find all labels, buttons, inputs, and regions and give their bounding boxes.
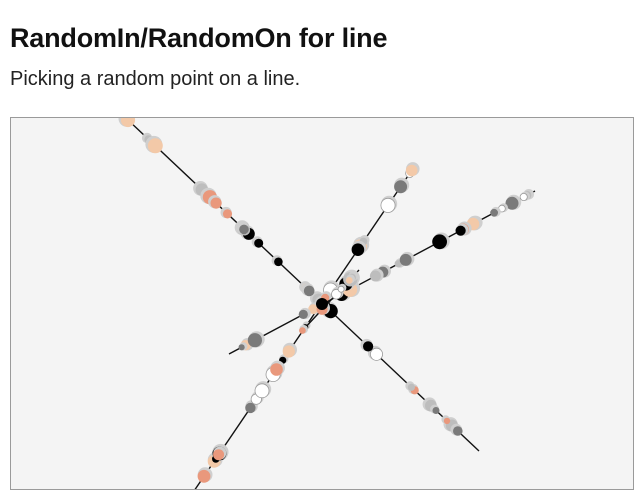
random-point [299,327,306,334]
random-point [210,197,222,209]
random-point [345,277,353,284]
random-point [399,253,412,266]
demo-canvas[interactable] [10,117,634,490]
random-point [298,309,308,319]
random-point [432,407,440,414]
random-point [316,298,328,310]
page-subtitle: Picking a random point on a line. [10,68,301,90]
canvas-drawing [118,118,536,489]
random-point [222,209,233,219]
random-point [405,164,418,177]
random-point [337,285,345,293]
random-point [380,197,396,213]
random-point [270,363,283,376]
random-point [394,180,408,194]
random-point [519,193,528,202]
random-point [369,347,383,361]
random-point [254,238,264,248]
random-point [363,341,374,352]
random-point [254,383,270,399]
random-point [147,138,163,154]
random-point [274,257,283,267]
random-point [490,208,498,217]
random-point [432,234,447,250]
page-title: RandomIn/RandomOn for line [10,23,388,53]
random-point [238,344,245,351]
random-point [303,285,315,297]
random-point [455,225,466,236]
random-point [197,469,211,483]
random-point [453,426,463,436]
random-point [369,270,381,282]
random-point [351,243,365,256]
random-point [443,417,451,425]
random-point [282,345,295,358]
random-point [213,449,225,461]
random-point [239,224,249,235]
random-point [407,383,415,391]
random-point [247,333,262,348]
